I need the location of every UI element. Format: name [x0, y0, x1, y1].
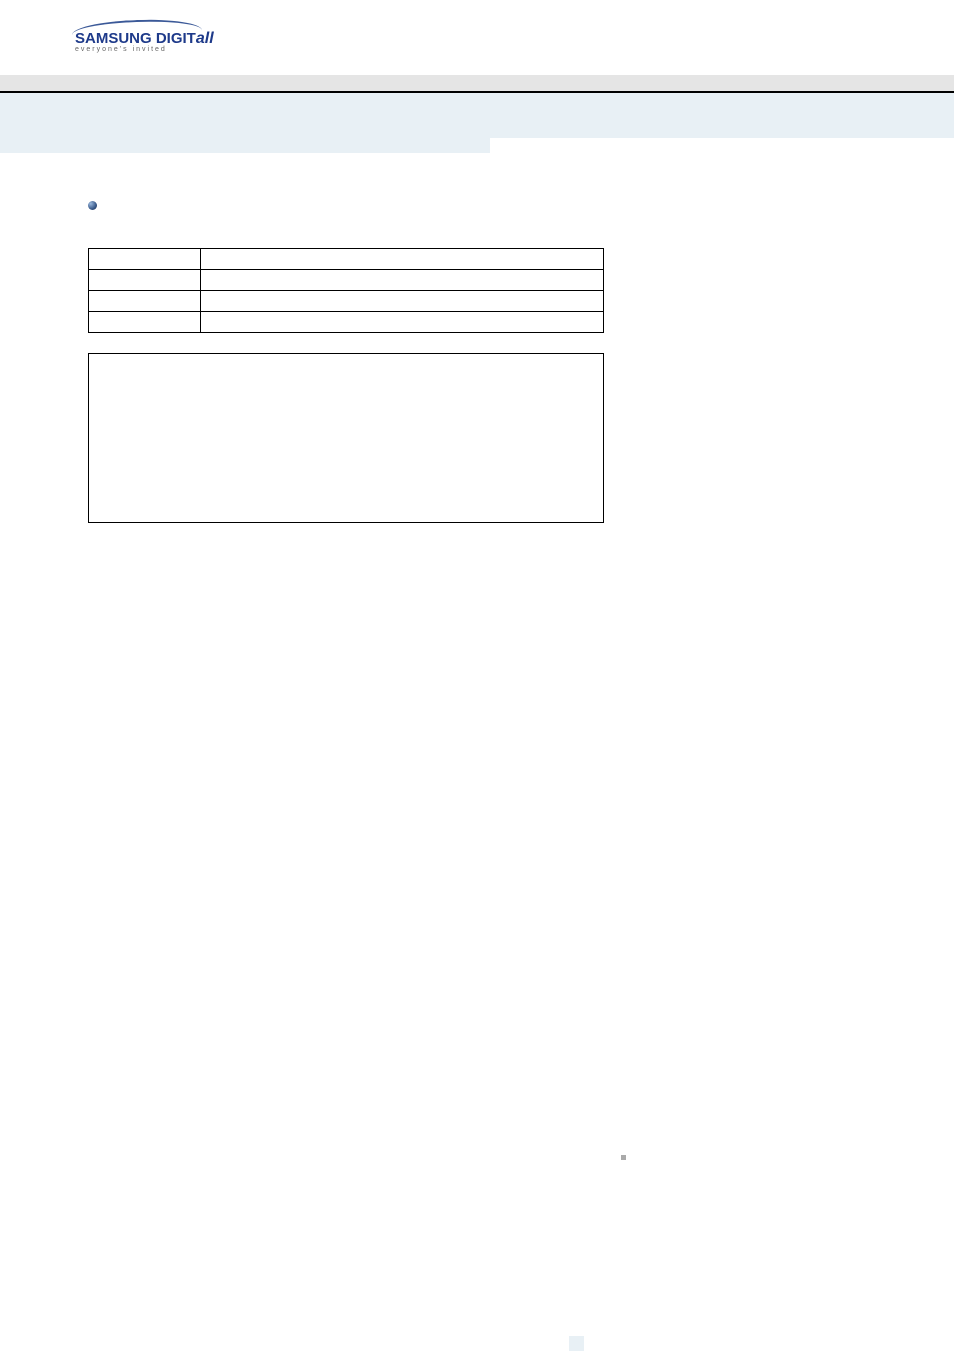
header-band: [0, 93, 954, 138]
paragraph-box: [88, 353, 604, 523]
table-row: [89, 312, 604, 333]
header-band-extension: [0, 138, 490, 153]
table-row: [89, 270, 604, 291]
content-area: [0, 153, 605, 523]
table-cell: [89, 312, 201, 333]
table-cell: [201, 312, 604, 333]
small-marker: [621, 1155, 626, 1160]
table-cell: [201, 291, 604, 312]
table-cell: [89, 291, 201, 312]
table-cell: [89, 270, 201, 291]
table-row: [89, 249, 604, 270]
table-cell: [201, 249, 604, 270]
sphere-bullet-icon: [88, 201, 97, 210]
logo-swoosh: [72, 18, 203, 48]
logo-area: SAMSUNG DIGITall everyone's invited: [0, 0, 954, 70]
table-cell: [201, 270, 604, 291]
table-cell: [89, 249, 201, 270]
notch-corner: [569, 1336, 584, 1351]
table-row: [89, 291, 604, 312]
bullet-item: [88, 198, 605, 210]
logo-tagline: everyone's invited: [75, 46, 954, 53]
gray-band: [0, 75, 954, 93]
info-table: [88, 248, 604, 333]
